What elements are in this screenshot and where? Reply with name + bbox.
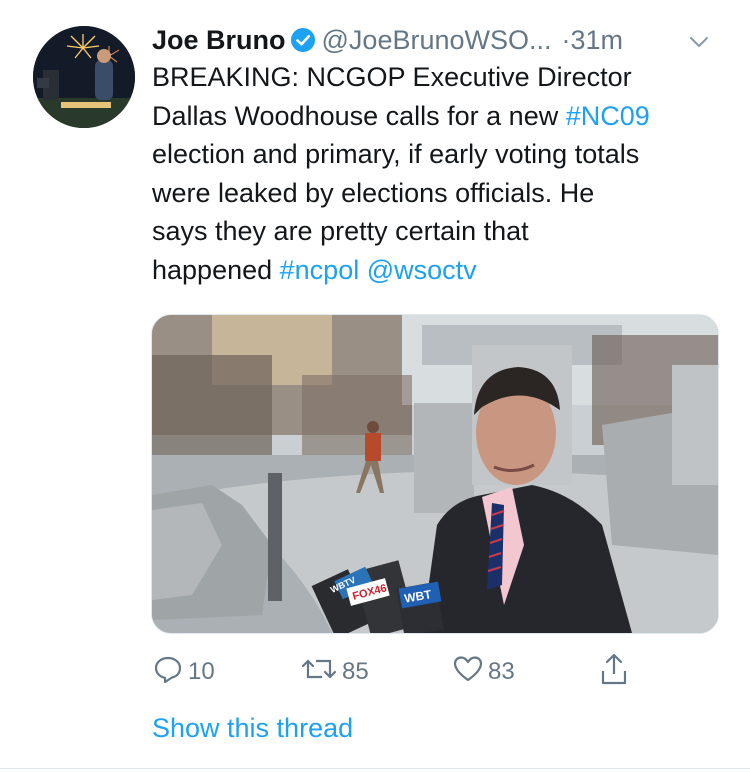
tweet-text-segment	[359, 255, 367, 285]
tweet-text-segment: Dallas Woodhouse calls for a new	[152, 100, 566, 131]
tweet-text-line: were leaked by elections officials. He	[152, 174, 727, 213]
tweet-text-segment: says they are pretty certain that	[152, 216, 529, 247]
reply-count: 10	[188, 658, 215, 685]
hashtag-link[interactable]: #NC09	[566, 101, 650, 131]
tweet-actions: 10 85 83	[152, 652, 652, 692]
verified-badge-icon	[290, 24, 316, 52]
divider	[0, 768, 750, 769]
meta-separator: ·	[561, 25, 571, 55]
tweet-text-segment: election and primary, if early voting to…	[152, 139, 640, 170]
tweet-text-segment: BREAKING: NCGOP Executive Director	[152, 62, 632, 92]
tweet-text-segment: were leaked by elections officials. He	[152, 177, 595, 208]
tweet-header: Joe Bruno @JoeBrunoWSO... ·31m	[152, 20, 732, 60]
tweet[interactable]: Joe Bruno @JoeBrunoWSO... ·31m BREAKING: N…	[0, 0, 750, 772]
retweet-button[interactable]: 85	[300, 652, 369, 692]
share-icon	[598, 651, 634, 694]
retweet-count: 85	[342, 658, 369, 685]
like-button[interactable]: 83	[452, 652, 515, 692]
tweet-text-line: election and primary, if early voting to…	[152, 135, 727, 174]
retweet-icon	[300, 653, 342, 692]
tweet-text-line: BREAKING: NCGOP Executive Director	[152, 58, 727, 97]
hashtag-link[interactable]: #ncpol	[280, 255, 360, 285]
like-count: 83	[488, 658, 515, 685]
tweet-text-line: Dallas Woodhouse calls for a new #NC09	[152, 97, 727, 136]
heart-icon	[452, 653, 488, 692]
author-handle[interactable]: @JoeBrunoWSO...	[322, 25, 552, 55]
author-name[interactable]: Joe Bruno	[152, 25, 286, 55]
timestamp[interactable]: 31m	[571, 25, 624, 55]
tweet-photo[interactable]: FOX46 WBT WBTV	[151, 314, 719, 634]
mention-link[interactable]: @wsoctv	[367, 255, 477, 285]
show-thread-link[interactable]: Show this thread	[152, 708, 353, 748]
reply-button[interactable]: 10	[152, 652, 215, 692]
tweet-text-line: happened #ncpol @wsoctv	[152, 251, 727, 290]
avatar[interactable]	[33, 26, 135, 128]
reply-icon	[152, 653, 188, 692]
share-button[interactable]	[598, 652, 634, 692]
photo-press-conference: FOX46 WBT WBTV	[152, 315, 718, 633]
avatar-image	[33, 26, 135, 128]
tweet-text-line: says they are pretty certain that	[152, 212, 727, 251]
tweet-text: BREAKING: NCGOP Executive Director Dallas…	[152, 58, 727, 290]
tweet-text-segment: happened	[152, 254, 280, 285]
chevron-down-icon[interactable]	[686, 26, 712, 52]
